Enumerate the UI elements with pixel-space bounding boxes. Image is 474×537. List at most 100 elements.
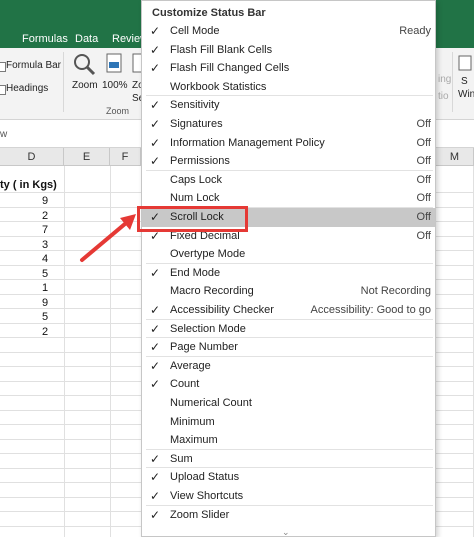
menu-item-maximum[interactable]: Maximum (142, 431, 435, 450)
table-cell-quantity[interactable]: 4 (42, 253, 48, 265)
checkmark-icon: ✓ (150, 135, 161, 150)
checkmark-icon: ✓ (150, 489, 161, 503)
menu-item-label: Sensitivity (170, 99, 220, 112)
headings-label: Headings (6, 83, 49, 94)
menu-item-page-number[interactable]: ✓ Page Number (142, 338, 435, 357)
zoom-100-icon (106, 53, 122, 73)
menu-item-label: Selection Mode (170, 322, 246, 335)
zoom-group-label: Zoom (106, 106, 130, 116)
menu-item-count[interactable]: ✓ Count (142, 375, 435, 394)
table-cell-quantity[interactable]: 3 (42, 239, 48, 251)
menu-item-value: Off (416, 136, 431, 149)
scroll-down-icon[interactable]: ⌄ (282, 527, 290, 537)
zoom-button[interactable]: Zoom (70, 52, 98, 96)
checkmark-icon: ✓ (150, 117, 161, 131)
menu-item-average[interactable]: ✓ Average (142, 357, 435, 376)
annotation-highlight-box (137, 206, 248, 232)
checkmark-icon: ✓ (150, 451, 161, 466)
menu-item-label: Maximum (170, 434, 218, 447)
table-cell-quantity[interactable]: 2 (42, 326, 48, 338)
menu-item-information-management-policy[interactable]: ✓ Information Management Policy Off (142, 134, 435, 153)
menu-item-overtype-mode[interactable]: Overtype Mode (142, 245, 435, 264)
menu-item-label: Accessibility Checker (170, 304, 274, 316)
menu-item-accessibility-checker[interactable]: ✓ Accessibility Checker Accessibility: Goo… (142, 301, 435, 320)
checkmark-icon: ✓ (150, 358, 161, 373)
menu-item-value: Off (416, 211, 431, 223)
checkmark-icon: ✓ (150, 61, 161, 76)
menu-item-label: Permissions (170, 155, 230, 168)
menu-item-label: Count (170, 378, 200, 391)
table-cell-quantity[interactable]: 7 (42, 224, 48, 236)
menu-item-cell-mode[interactable]: ✓ Cell Mode Ready (142, 22, 435, 41)
menu-item-label: Signatures (170, 118, 223, 130)
ribbon-right-label-2: tio (438, 91, 449, 102)
menu-item-flash-fill-changed-cells[interactable]: ✓ Flash Fill Changed Cells (142, 59, 435, 78)
tab-data[interactable]: Data (75, 33, 98, 45)
menu-item-value: Off (416, 118, 431, 130)
checkmark-icon: ✓ (150, 340, 161, 355)
checkmark-icon: ✓ (150, 470, 161, 485)
column-header-f[interactable]: F (110, 148, 141, 166)
menu-item-sensitivity[interactable]: ✓ Sensitivity (142, 96, 435, 115)
menu-item-value: Off (416, 173, 431, 186)
table-cell-quantity[interactable]: 5 (42, 311, 48, 323)
annotation-arrow-icon (80, 214, 136, 262)
table-cell-quantity[interactable]: 9 (42, 297, 48, 309)
ribbon-right-label-1: ing (438, 74, 452, 85)
switch-windows-icon[interactable] (458, 54, 472, 74)
column-header-m[interactable]: M (436, 148, 474, 166)
tab-formulas[interactable]: Formulas (22, 33, 68, 45)
menu-item-value: Off (416, 192, 431, 205)
table-cell-quantity[interactable]: 9 (42, 195, 48, 207)
menu-item-numerical-count[interactable]: Numerical Count (142, 394, 435, 413)
menu-item-caps-lock[interactable]: Caps Lock Off (142, 171, 435, 190)
menu-item-minimum[interactable]: Minimum (142, 413, 435, 432)
table-cell-quantity[interactable]: 5 (42, 268, 48, 280)
menu-item-label: Num Lock (170, 192, 220, 205)
checkmark-icon: ✓ (150, 42, 161, 57)
ribbon-right-label-3: S (461, 76, 468, 87)
zoom-label: Zoom (72, 80, 98, 91)
menu-item-end-mode[interactable]: ✓ End Mode (142, 264, 435, 283)
header-cell-quantity[interactable]: ty ( in Kgs) (0, 179, 57, 191)
menu-item-label: Page Number (170, 341, 238, 354)
zoom-100-label: 100% (102, 80, 128, 91)
checkmark-icon: ✓ (150, 24, 161, 38)
formula-bar-label: Formula Bar (6, 60, 62, 71)
menu-item-label: Caps Lock (170, 173, 222, 186)
menu-item-value: Accessibility: Good to go (310, 304, 431, 316)
menu-item-value: Off (416, 229, 431, 242)
menu-item-label: Cell Mode (170, 25, 220, 37)
checkmark-icon: ✓ (150, 377, 161, 392)
menu-item-label: Minimum (170, 415, 215, 428)
checkmark-icon: ✓ (150, 321, 161, 336)
formula-bar-fragment: w (0, 129, 8, 140)
menu-item-view-shortcuts[interactable]: ✓ View Shortcuts (142, 487, 435, 506)
table-cell-quantity[interactable]: 2 (42, 210, 48, 222)
zoom-100-button[interactable]: 100% (102, 52, 130, 96)
column-header-e[interactable]: E (64, 148, 110, 166)
menu-item-workbook-statistics[interactable]: Workbook Statistics (142, 78, 435, 97)
menu-item-upload-status[interactable]: ✓ Upload Status (142, 468, 435, 487)
menu-item-label: Flash Fill Changed Cells (170, 62, 290, 75)
menu-item-value: Not Recording (360, 285, 431, 298)
menu-item-value: Ready (399, 25, 431, 37)
menu-item-label: Sum (170, 452, 193, 465)
menu-item-sum[interactable]: ✓ Sum (142, 450, 435, 469)
column-header-d[interactable]: D (0, 148, 64, 166)
menu-item-label: View Shortcuts (170, 490, 244, 502)
menu-item-macro-recording[interactable]: Macro Recording Not Recording (142, 282, 435, 301)
menu-item-value: Off (416, 155, 431, 168)
ribbon-divider-right (452, 52, 453, 112)
menu-item-label: End Mode (170, 266, 221, 279)
table-cell-quantity[interactable]: 1 (42, 282, 48, 294)
ribbon-right-label-4: Win (458, 89, 474, 100)
menu-item-flash-fill-blank-cells[interactable]: ✓ Flash Fill Blank Cells (142, 41, 435, 60)
menu-item-selection-mode[interactable]: ✓ Selection Mode (142, 320, 435, 339)
menu-item-label: Upload Status (170, 471, 240, 484)
menu-title: Customize Status Bar (152, 7, 266, 19)
menu-item-zoom-slider[interactable]: ✓ Zoom Slider (142, 506, 435, 525)
menu-item-permissions[interactable]: ✓ Permissions Off (142, 152, 435, 171)
menu-item-signatures[interactable]: ✓ Signatures Off (142, 115, 435, 134)
checkmark-icon: ✓ (150, 507, 161, 522)
